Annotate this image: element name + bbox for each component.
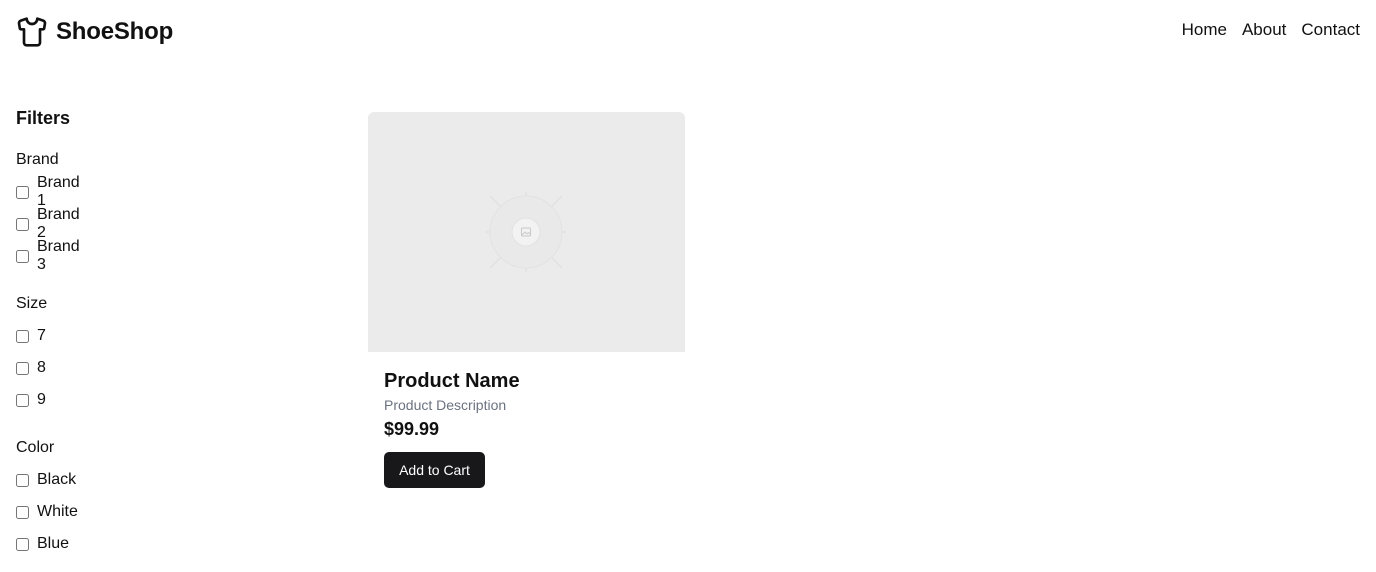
filter-option-color-blue[interactable]: Blue — [16, 533, 69, 555]
checkbox[interactable] — [16, 505, 29, 519]
filter-option-label: Brand 1 — [37, 174, 80, 209]
filter-group-title: Color — [16, 439, 55, 456]
filter-option-size-7[interactable]: 7 — [16, 325, 46, 347]
filter-option-label: Black — [37, 471, 77, 488]
checkbox[interactable] — [16, 329, 29, 343]
main-nav: Home About Contact — [1182, 20, 1360, 40]
brand[interactable]: ShoeShop — [16, 16, 173, 48]
filter-option-label: White — [37, 503, 78, 520]
filter-option-brand-1[interactable]: Brand 1 — [16, 174, 80, 209]
nav-link-about[interactable]: About — [1242, 20, 1286, 40]
filter-option-brand-3[interactable]: Brand 3 — [16, 238, 80, 273]
product-name[interactable]: Product Name — [384, 370, 520, 393]
checkbox[interactable] — [16, 537, 29, 551]
filter-option-label: 8 — [37, 359, 46, 376]
filter-option-size-8[interactable]: 8 — [16, 357, 46, 379]
filter-group-size: Size 7 8 9 — [16, 293, 48, 408]
checkbox[interactable] — [16, 217, 29, 231]
add-to-cart-button[interactable]: Add to Cart — [384, 452, 485, 488]
checkbox[interactable] — [16, 393, 29, 407]
nav-link-home[interactable]: Home — [1182, 20, 1227, 40]
filters-title: Filters — [16, 108, 71, 128]
filter-option-color-black[interactable]: Black — [16, 469, 76, 491]
filter-option-label: 7 — [37, 327, 46, 344]
filter-group-color: Color Black White Blue — [16, 437, 78, 552]
filters-sidebar: Filters Brand Brand 1 Brand 2 Brand 3 Si… — [16, 106, 336, 552]
brand-name: ShoeShop — [56, 18, 174, 45]
filter-option-color-white[interactable]: White — [16, 501, 78, 523]
filter-option-label: 9 — [37, 391, 46, 408]
product-price: $99.99 — [384, 419, 440, 439]
checkbox[interactable] — [16, 473, 29, 487]
filter-group-title: Size — [16, 295, 48, 312]
site-header: ShoeShop Home About Contact — [0, 0, 1376, 64]
filter-option-label: Blue — [37, 535, 70, 552]
filter-option-label: Brand 3 — [37, 238, 80, 273]
filter-option-brand-2[interactable]: Brand 2 — [16, 206, 80, 241]
image-placeholder-icon — [486, 192, 566, 272]
checkbox[interactable] — [16, 249, 29, 263]
nav-link-contact[interactable]: Contact — [1301, 20, 1360, 40]
checkbox[interactable] — [16, 361, 29, 375]
filter-option-label: Brand 2 — [37, 206, 80, 241]
checkbox[interactable] — [16, 185, 29, 199]
tshirt-icon — [17, 17, 47, 47]
filter-group-brand: Brand Brand 1 Brand 2 Brand 3 — [16, 149, 80, 273]
product-card: Product Name Product Description $99.99 … — [368, 112, 685, 504]
filter-option-size-9[interactable]: 9 — [16, 389, 46, 411]
product-description: Product Description — [384, 397, 507, 413]
product-image[interactable] — [368, 112, 685, 352]
filter-group-title: Brand — [16, 151, 59, 168]
